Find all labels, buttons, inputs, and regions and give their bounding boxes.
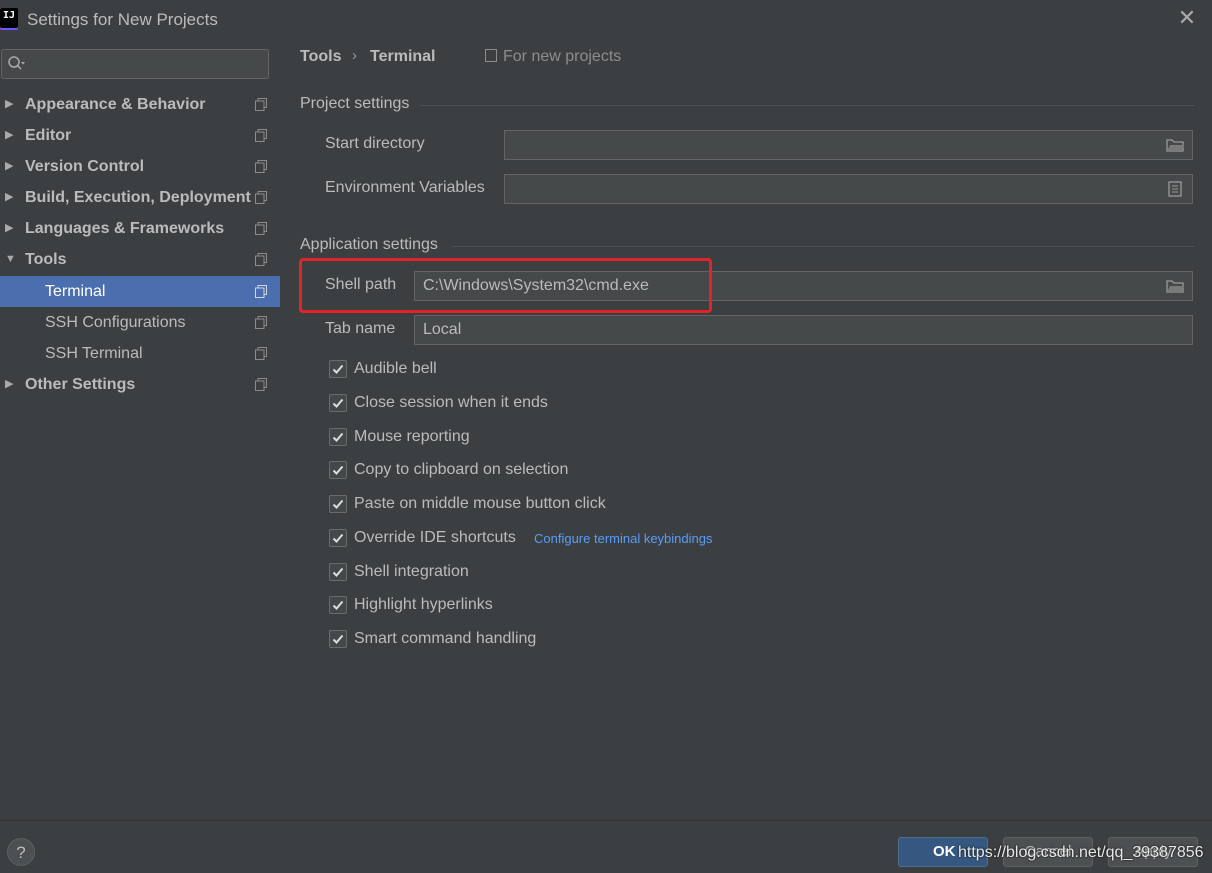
sidebar-item-label: Other Settings: [25, 376, 136, 393]
sidebar-item-label: Editor: [25, 127, 72, 144]
folder-browse-icon[interactable]: [1166, 279, 1184, 293]
project-scope-icon: [485, 49, 497, 62]
sidebar-item-editor[interactable]: ▶ Editor: [0, 120, 280, 151]
annotation-highlight-box: [299, 258, 712, 313]
dialog-footer: ? OK Cancel Apply https://blog.csdn.net/…: [0, 820, 1212, 873]
configure-keybindings-link[interactable]: Configure terminal keybindings: [534, 531, 712, 546]
close-session-checkbox[interactable]: [329, 394, 347, 412]
tab-name-label: Tab name: [325, 320, 396, 337]
section-title-application-settings: Application settings: [300, 236, 438, 253]
paste-middle-click-checkbox[interactable]: [329, 495, 347, 513]
checkmark-icon: [332, 398, 344, 408]
checkbox-label: Paste on middle mouse button click: [354, 495, 606, 512]
checkmark-icon: [332, 465, 344, 475]
sidebar-item-label: Appearance & Behavior: [25, 96, 206, 113]
checkbox-label: Copy to clipboard on selection: [354, 461, 569, 478]
checkbox-label: Shell integration: [354, 563, 469, 580]
sidebar-item-label: Terminal: [45, 283, 106, 300]
project-scope-icon: [255, 129, 267, 142]
copy-on-selection-checkbox[interactable]: [329, 461, 347, 479]
project-scope-icon: [255, 253, 267, 266]
search-icon: [8, 56, 25, 70]
sidebar-item-other-settings[interactable]: ▶ Other Settings: [0, 369, 280, 400]
expand-arrow-icon: ▶: [5, 191, 14, 203]
expand-arrow-icon: ▶: [5, 129, 14, 141]
checkmark-icon: [332, 432, 344, 442]
section-title-project-settings: Project settings: [300, 95, 410, 112]
tab-name-field[interactable]: Local: [414, 315, 1193, 345]
start-directory-field[interactable]: [504, 130, 1193, 160]
scope-label: For new projects: [503, 48, 622, 65]
app-icon-text: IJ: [3, 10, 16, 21]
expand-arrow-icon: ▶: [5, 160, 14, 172]
project-scope-icon: [255, 98, 267, 111]
breadcrumb-terminal: Terminal: [370, 48, 436, 65]
sidebar-item-label: SSH Terminal: [45, 345, 143, 362]
checkbox-label: Override IDE shortcuts: [354, 529, 516, 546]
project-scope-icon: [255, 160, 267, 173]
sidebar-item-version-control[interactable]: ▶ Version Control: [0, 151, 280, 182]
checkmark-icon: [332, 634, 344, 644]
checkmark-icon: [332, 533, 344, 543]
sidebar-item-label: Languages & Frameworks: [25, 220, 225, 237]
settings-sidebar: ▶ Appearance & Behavior ▶ Editor ▶ Versi…: [0, 38, 280, 820]
checkbox-label: Close session when it ends: [354, 394, 548, 411]
expand-arrow-icon: ▶: [5, 378, 14, 390]
sidebar-item-terminal[interactable]: Terminal: [0, 276, 280, 307]
sidebar-item-label: Tools: [25, 251, 67, 268]
sidebar-item-languages-frameworks[interactable]: ▶ Languages & Frameworks: [0, 213, 280, 244]
start-directory-label: Start directory: [325, 135, 425, 152]
checkmark-icon: [332, 364, 344, 374]
checkmark-icon: [332, 600, 344, 610]
sidebar-item-label: SSH Configurations: [45, 314, 186, 331]
close-icon[interactable]: ✕: [1176, 6, 1198, 30]
sidebar-item-tools[interactable]: ▼ Tools: [0, 244, 280, 275]
expand-arrow-icon: ▶: [5, 222, 14, 234]
checkbox-label: Smart command handling: [354, 630, 537, 647]
sidebar-item-appearance-behavior[interactable]: ▶ Appearance & Behavior: [0, 89, 280, 120]
breadcrumb-tools[interactable]: Tools: [300, 48, 341, 66]
settings-search-input[interactable]: [1, 49, 269, 79]
project-scope-icon: [255, 347, 267, 360]
override-ide-shortcuts-checkbox[interactable]: [329, 529, 347, 547]
checkbox-label: Mouse reporting: [354, 428, 470, 445]
mouse-reporting-checkbox[interactable]: [329, 428, 347, 446]
window-title: Settings for New Projects: [27, 10, 218, 29]
section-divider: [420, 105, 1195, 106]
edit-variables-icon[interactable]: [1168, 181, 1182, 197]
project-scope-icon: [255, 222, 267, 235]
terminal-settings-panel: Tools › Terminal For new projects Projec…: [280, 38, 1212, 820]
checkmark-icon: [332, 499, 344, 509]
sidebar-item-build-execution-deployment[interactable]: ▶ Build, Execution, Deployment: [0, 182, 280, 213]
environment-variables-label: Environment Variables: [325, 179, 485, 196]
highlight-hyperlinks-checkbox[interactable]: [329, 596, 347, 614]
watermark-text: https://blog.csdn.net/qq_39387856: [958, 844, 1204, 861]
folder-browse-icon[interactable]: [1166, 138, 1184, 152]
section-divider: [452, 246, 1195, 247]
collapse-arrow-icon: ▼: [5, 253, 16, 265]
title-bar: IJ Settings for New Projects ✕: [0, 0, 1212, 38]
expand-arrow-icon: ▶: [5, 98, 14, 110]
project-scope-icon: [255, 378, 267, 391]
checkbox-label: Highlight hyperlinks: [354, 596, 493, 613]
breadcrumb-separator: ›: [352, 47, 357, 64]
scope-indicator: For new projects: [485, 48, 621, 66]
checkbox-label: Audible bell: [354, 360, 437, 377]
help-button[interactable]: ?: [7, 838, 35, 866]
smart-command-handling-checkbox[interactable]: [329, 630, 347, 648]
shell-integration-checkbox[interactable]: [329, 563, 347, 581]
project-scope-icon: [255, 316, 267, 329]
sidebar-item-ssh-terminal[interactable]: SSH Terminal: [0, 338, 280, 369]
intellij-logo-icon: IJ: [0, 8, 18, 28]
sidebar-item-label: Version Control: [25, 158, 145, 175]
audible-bell-checkbox[interactable]: [329, 360, 347, 378]
project-scope-icon: [255, 191, 267, 204]
checkmark-icon: [332, 567, 344, 577]
sidebar-item-label: Build, Execution, Deployment: [25, 189, 251, 206]
project-scope-icon: [255, 285, 267, 298]
sidebar-item-ssh-configurations[interactable]: SSH Configurations: [0, 307, 280, 338]
environment-variables-field[interactable]: [504, 174, 1193, 204]
